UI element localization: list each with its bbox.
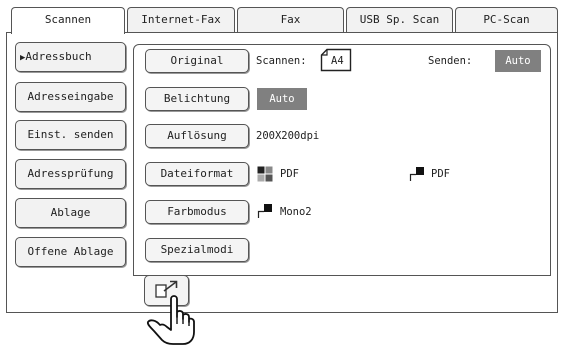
mono-mode-icon xyxy=(409,166,425,182)
color-mode-icon xyxy=(257,166,273,182)
tab-internet-fax[interactable]: Internet-Fax xyxy=(127,7,235,32)
sidebar-item-adresseingabe[interactable]: Adresseingabe xyxy=(15,82,126,112)
tab-fax[interactable]: Fax xyxy=(237,7,344,32)
original-button[interactable]: Original xyxy=(145,49,249,73)
farbmodus-button[interactable]: Farbmodus xyxy=(145,200,249,224)
scan-label: Scannen: xyxy=(256,55,307,67)
mono-mode-icon xyxy=(257,203,273,219)
sidebar-item-label: Adressbuch xyxy=(25,50,92,63)
sidebar-item-ablage[interactable]: Ablage xyxy=(15,198,126,228)
paper-orientation-icon: A4 xyxy=(320,48,352,72)
dateiformat-button[interactable]: Dateiformat xyxy=(145,162,249,186)
exposure-value: Auto xyxy=(257,88,307,110)
sidebar-item-adressbuch[interactable]: ▶Adressbuch xyxy=(15,42,126,72)
sidebar-item-einst-senden[interactable]: Einst. senden xyxy=(15,120,126,150)
send-label: Senden: xyxy=(428,55,473,67)
spezialmodi-button[interactable]: Spezialmodi xyxy=(145,238,249,262)
resolution-value: 200X200dpi xyxy=(256,130,320,142)
aufloesung-button[interactable]: Auflösung xyxy=(145,124,249,148)
mono-format-value: PDF xyxy=(431,168,450,180)
tab-scannen[interactable]: Scannen xyxy=(11,7,125,34)
tab-pc-scan[interactable]: PC-Scan xyxy=(455,7,558,32)
paper-size-label: A4 xyxy=(331,55,344,67)
belichtung-button[interactable]: Belichtung xyxy=(145,87,249,111)
sidebar-item-adresspruefung[interactable]: Adressprüfung xyxy=(15,159,126,189)
pointing-hand-icon xyxy=(145,291,205,347)
color-mode-value: Mono2 xyxy=(280,206,312,218)
tab-usb-scan[interactable]: USB Sp. Scan xyxy=(346,7,453,32)
sidebar-item-offene-ablage[interactable]: Offene Ablage xyxy=(15,237,126,267)
color-format-value: PDF xyxy=(280,168,299,180)
send-value: Auto xyxy=(495,50,541,72)
